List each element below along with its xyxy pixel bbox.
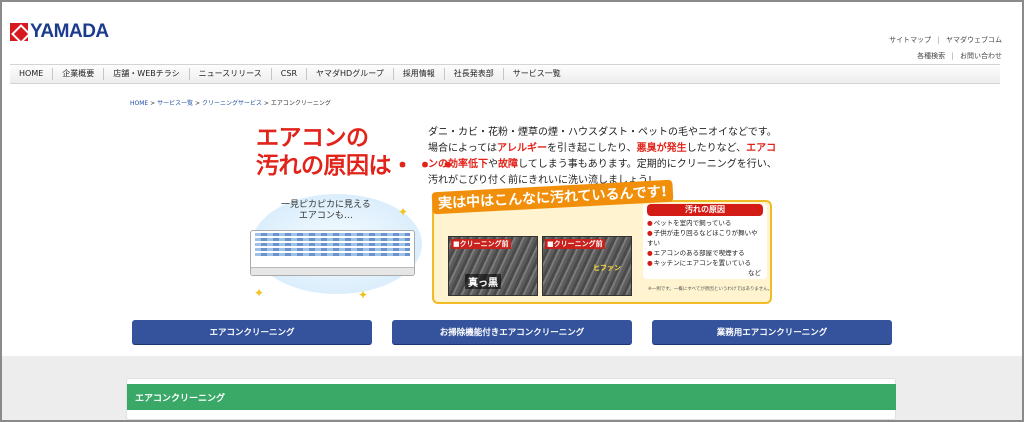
causes-footnote: ※一例です。一概にすべてが原因というわけではありません。 (648, 287, 773, 292)
photo-label: ■クリーニング前 (545, 239, 605, 249)
global-nav: HOME 企業概要 店舗・WEBチラシ ニュースリリース CSR ヤマダHDグル… (10, 64, 1000, 84)
photo-label: ■クリーニング前 (451, 239, 511, 249)
logo-mark-icon (10, 23, 28, 41)
util-separator: | (937, 36, 940, 44)
utility-links: サイトマップ | ヤマダウェブコム 各種検索 | お問い合わせ (885, 32, 1002, 64)
util-link-sitemap[interactable]: サイトマップ (889, 36, 931, 44)
yamada-logo[interactable]: YAMADA (10, 21, 109, 42)
nav-item-services[interactable]: サービス一覧 (502, 68, 570, 80)
sparkle-icon: ✦ (398, 205, 409, 219)
breadcrumb-current: エアコンクリーニング (270, 100, 331, 107)
auto-clean-aircon-cleaning-button[interactable]: お掃除機能付きエアコンクリーニング (392, 320, 632, 344)
bubble-text-line2: エアコンも… (298, 211, 353, 221)
hero-description: ダニ・カビ・花粉・煙草の煙・ハウスダスト・ペットの毛やニオイなどです。場合によっ… (428, 125, 778, 189)
hero-text-segment: したりなど、 (686, 143, 747, 154)
breadcrumb-home[interactable]: HOME (130, 100, 148, 107)
nav-item-home[interactable]: HOME (10, 68, 52, 80)
util-link-search[interactable]: 各種検索 (917, 52, 945, 60)
before-cleaning-photo: ■クリーニング前 真っ黒 (448, 236, 538, 296)
nav-item-news[interactable]: ニュースリリース (188, 68, 271, 80)
hero-text-segment: や (488, 159, 498, 170)
dirt-causes-box: 汚れの原因 ペットを室内で飼っている 子供が走り回るなどほこりが舞いやすい エア… (643, 204, 767, 279)
nav-item-president[interactable]: 社長発表部 (443, 68, 503, 80)
hero-text-highlight: アレルギー (497, 143, 547, 154)
breadcrumb-cleaning[interactable]: クリーニングサービス (202, 100, 262, 107)
causes-list: ペットを室内で飼っている 子供が走り回るなどほこりが舞いやすい エアコンのある部… (643, 216, 767, 270)
nav-item-group[interactable]: ヤマダHDグループ (306, 68, 393, 80)
cause-item: エアコンのある部屋で喫煙する (647, 248, 763, 258)
logo-text: YAMADA (30, 21, 109, 42)
section-heading: エアコンクリーニング (127, 384, 896, 410)
sparkle-icon: ✦ (358, 288, 369, 302)
bubble-text: 一見ピカピカに見える エアコンも… (281, 200, 371, 222)
breadcrumb-separator: > (195, 100, 201, 107)
breadcrumb-services[interactable]: サービス一覧 (157, 100, 193, 107)
nav-item-csr[interactable]: CSR (270, 68, 306, 80)
cause-item-etc: など (748, 269, 761, 277)
causes-title: 汚れの原因 (647, 204, 763, 216)
util-separator: | (951, 52, 954, 60)
cause-item: 子供が走り回るなどほこりが舞いやすい (647, 228, 763, 248)
nav-item-company[interactable]: 企業概要 (52, 68, 103, 80)
commercial-aircon-cleaning-button[interactable]: 業務用エアコンクリーニング (652, 320, 892, 344)
breadcrumb-separator: > (150, 100, 156, 107)
cause-item: ペットを室内で飼っている (647, 218, 763, 228)
breadcrumb-separator: > (263, 100, 269, 107)
aircon-cleaning-button[interactable]: エアコンクリーニング (132, 320, 372, 344)
util-link-yamadaweb[interactable]: ヤマダウェブコム (946, 36, 1002, 44)
util-link-contact[interactable]: お問い合わせ (960, 52, 1002, 60)
hero-text-highlight: 悪臭が発生 (636, 143, 687, 154)
photo-tag: 真っ黒 (465, 274, 501, 289)
nav-item-stores[interactable]: 店舗・WEBチラシ (103, 68, 188, 80)
nav-item-recruit[interactable]: 採用情報 (392, 68, 444, 80)
hero-text-highlight: 故障 (498, 159, 518, 170)
hero-text-segment: を引き起こしたり、 (547, 143, 637, 154)
cause-item: キッチンにエアコンを置いている (647, 258, 763, 268)
before-cleaning-photo: ■クリーニング前 ヒファン (542, 236, 632, 296)
sparkle-icon: ✦ (254, 286, 265, 300)
air-conditioner-illustration (250, 230, 415, 276)
bubble-text-line1: 一見ピカピカに見える (281, 200, 371, 210)
photo-tag: ヒファン (593, 264, 621, 272)
breadcrumb: HOME > サービス一覧 > クリーニングサービス > エアコンクリーニング (130, 98, 331, 107)
